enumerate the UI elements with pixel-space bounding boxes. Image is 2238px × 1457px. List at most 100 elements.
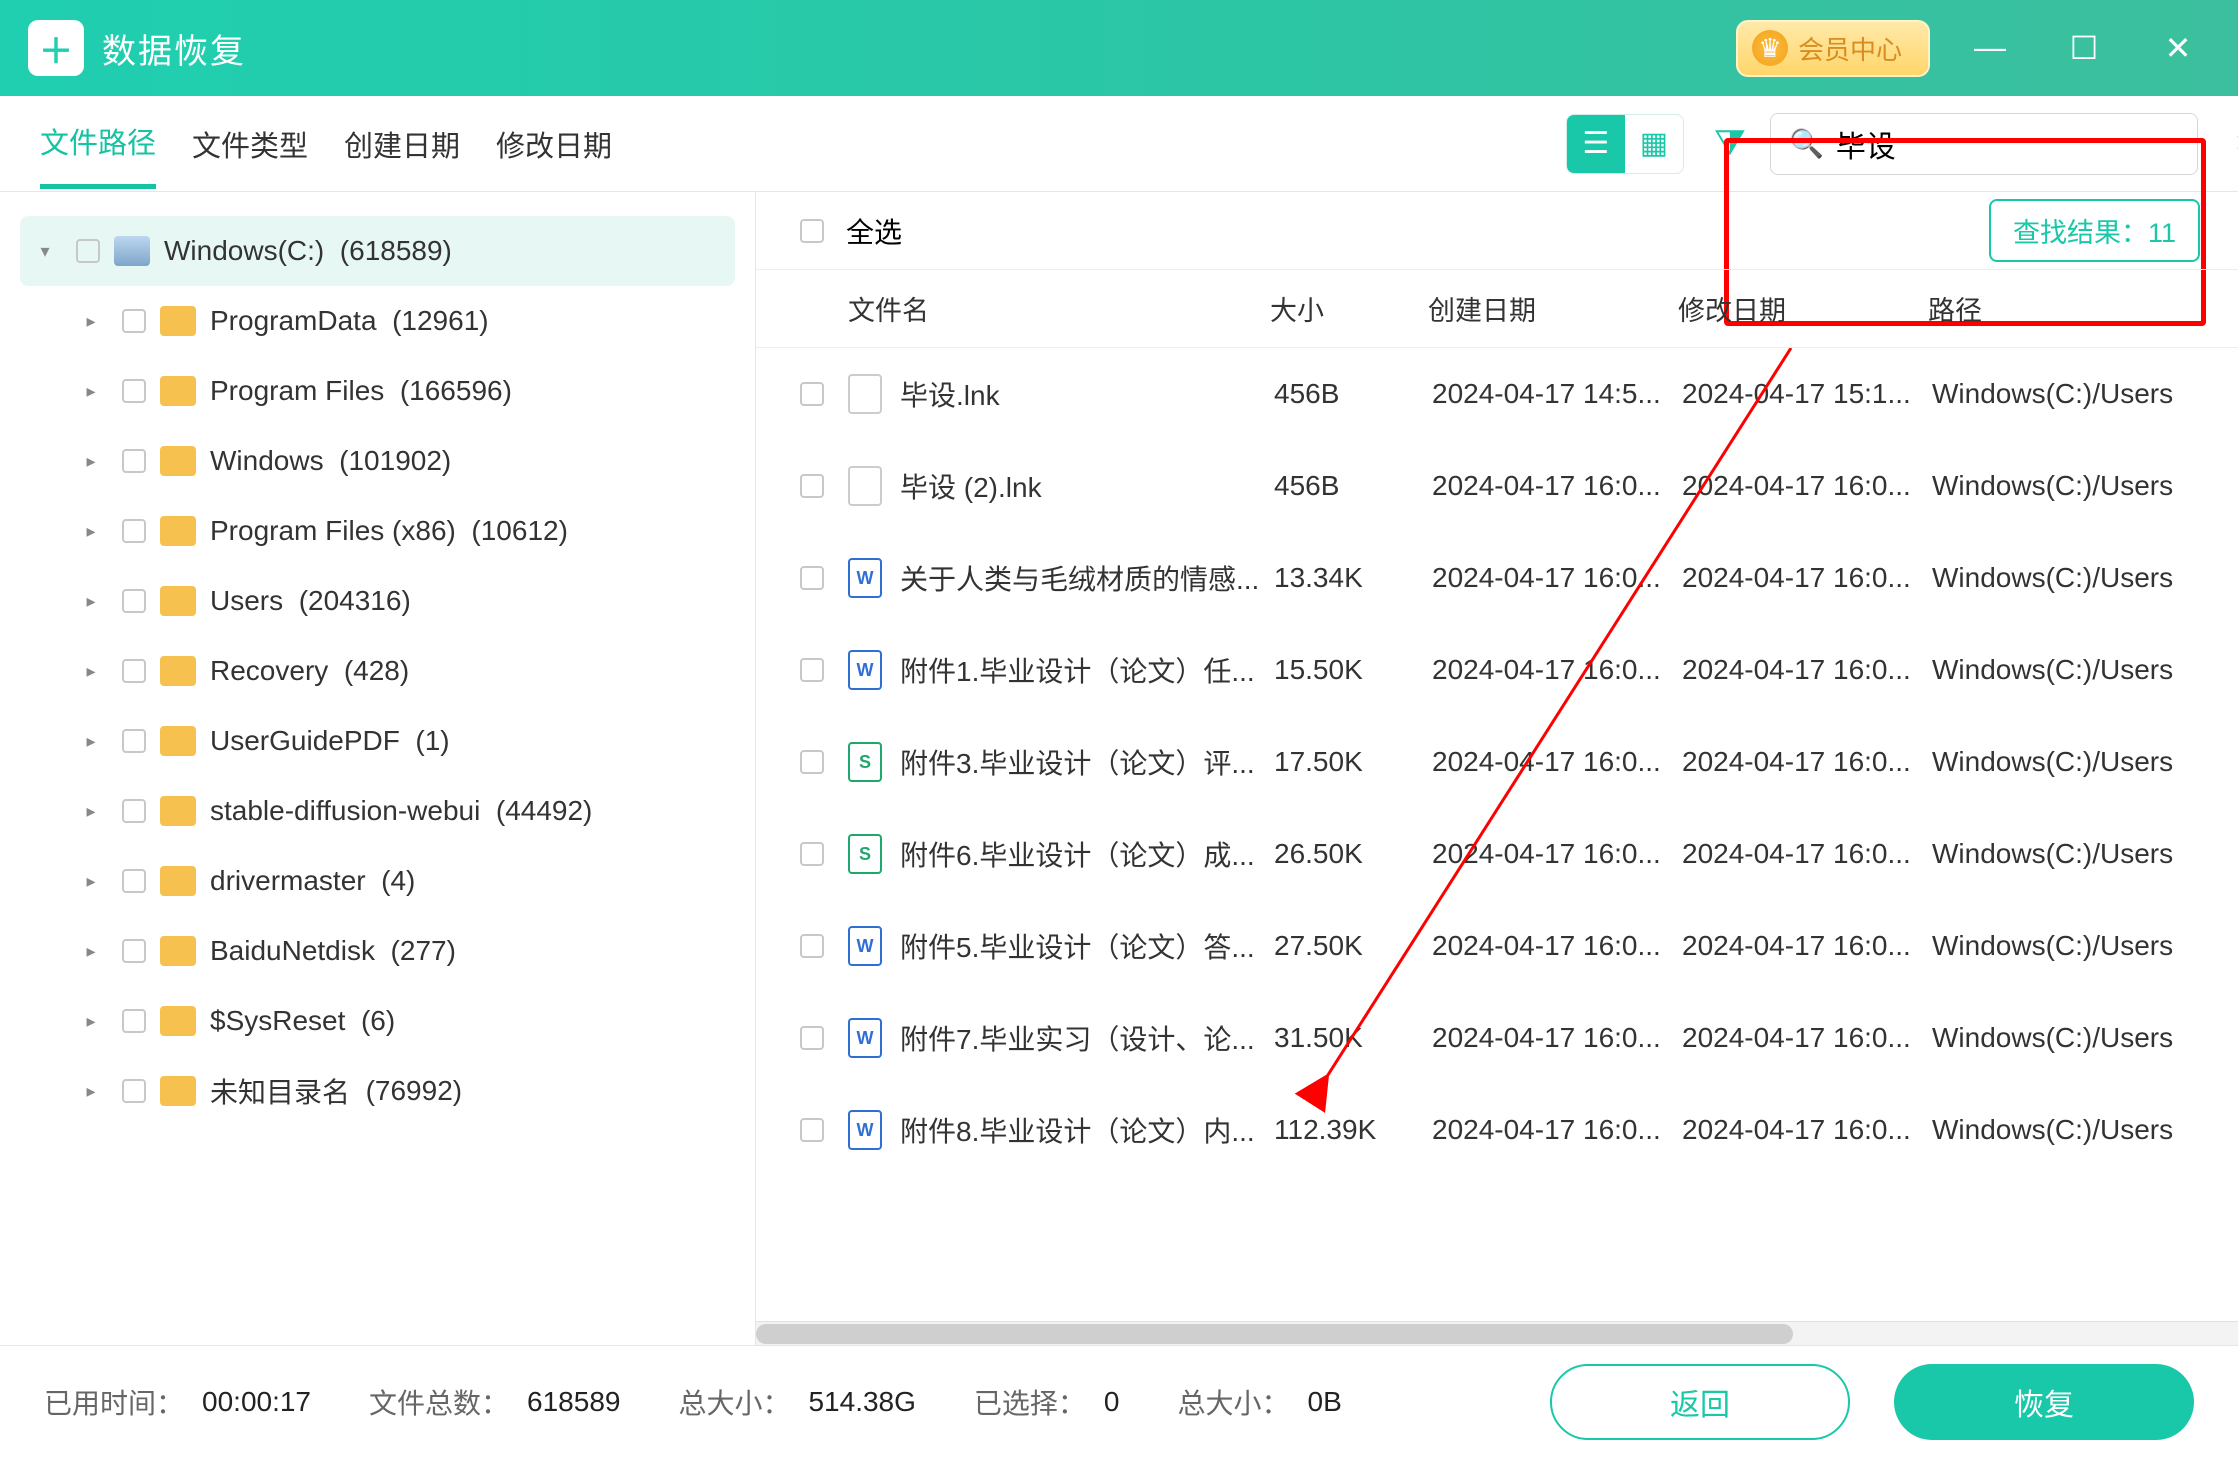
file-row[interactable]: 毕设.lnk456B2024-04-17 14:5...2024-04-17 1… — [756, 348, 2238, 440]
vip-button[interactable]: ♛ 会员中心 — [1736, 20, 1930, 77]
file-row[interactable]: S附件3.毕业设计（论文）评...17.50K2024-04-17 16:0..… — [756, 716, 2238, 808]
checkbox[interactable] — [122, 939, 146, 963]
caret-right-icon[interactable]: ▸ — [74, 941, 108, 962]
tree-item[interactable]: ▸未知目录名 (76992) — [20, 1056, 735, 1126]
checkbox[interactable] — [122, 729, 146, 753]
close-button[interactable]: ✕ — [2158, 29, 2198, 67]
maximize-button[interactable]: ☐ — [2064, 29, 2104, 67]
checkbox[interactable] — [122, 519, 146, 543]
checkbox[interactable] — [122, 869, 146, 893]
tree-item[interactable]: ▸stable-diffusion-webui (44492) — [20, 776, 735, 846]
caret-right-icon[interactable]: ▸ — [74, 871, 108, 892]
row-checkbox[interactable] — [800, 566, 824, 590]
minimize-button[interactable]: — — [1970, 29, 2010, 67]
file-row[interactable]: W附件8.毕业设计（论文）内...112.39K2024-04-17 16:0.… — [756, 1084, 2238, 1176]
folder-icon — [160, 376, 196, 406]
filter-icon[interactable]: ⧩ — [1714, 122, 1746, 165]
checkbox[interactable] — [122, 799, 146, 823]
checkbox[interactable] — [122, 1009, 146, 1033]
search-input[interactable] — [1836, 127, 2222, 161]
folder-icon — [160, 306, 196, 336]
tree-item-count: (204316) — [299, 585, 411, 617]
caret-right-icon[interactable]: ▸ — [74, 1081, 108, 1102]
file-row[interactable]: W附件7.毕业实习（设计、论...31.50K2024-04-17 16:0..… — [756, 992, 2238, 1084]
window-controls: — ☐ ✕ — [1970, 29, 2198, 67]
checkbox[interactable] — [122, 1079, 146, 1103]
caret-down-icon[interactable]: ▾ — [28, 241, 62, 262]
checkbox[interactable] — [122, 659, 146, 683]
caret-right-icon[interactable]: ▸ — [74, 801, 108, 822]
row-checkbox[interactable] — [800, 934, 824, 958]
col-size[interactable]: 大小 — [1270, 289, 1428, 328]
file-row[interactable]: W附件1.毕业设计（论文）任...15.50K2024-04-17 16:0..… — [756, 624, 2238, 716]
checkbox[interactable] — [122, 589, 146, 613]
tree-item-label: Program Files (x86) — [210, 515, 456, 547]
file-row[interactable]: S附件6.毕业设计（论文）成...26.50K2024-04-17 16:0..… — [756, 808, 2238, 900]
horizontal-scrollbar[interactable] — [756, 1321, 2238, 1345]
col-name[interactable]: 文件名 — [848, 289, 1270, 328]
tree-item[interactable]: ▸ProgramData (12961) — [20, 286, 735, 356]
tree-root[interactable]: ▾ Windows(C:) (618589) — [20, 216, 735, 286]
row-checkbox[interactable] — [800, 382, 824, 406]
caret-right-icon[interactable]: ▸ — [74, 731, 108, 752]
caret-right-icon[interactable]: ▸ — [74, 1011, 108, 1032]
back-button[interactable]: 返回 — [1550, 1364, 1850, 1440]
tree-item[interactable]: ▸BaiduNetdisk (277) — [20, 916, 735, 986]
tree-item[interactable]: ▸Recovery (428) — [20, 636, 735, 706]
tab-0[interactable]: 文件路径 — [40, 98, 156, 189]
tree-item[interactable]: ▸Windows (101902) — [20, 426, 735, 496]
row-checkbox[interactable] — [800, 658, 824, 682]
file-row[interactable]: W附件5.毕业设计（论文）答...27.50K2024-04-17 16:0..… — [756, 900, 2238, 992]
search-box[interactable]: 🔍 ✕ — [1770, 113, 2198, 175]
clear-search-icon[interactable]: ✕ — [2234, 128, 2238, 159]
row-checkbox[interactable] — [800, 1026, 824, 1050]
recover-button[interactable]: 恢复 — [1894, 1364, 2194, 1440]
checkbox[interactable] — [122, 379, 146, 403]
tree-item[interactable]: ▸Program Files (166596) — [20, 356, 735, 426]
app-name: 数据恢复 — [102, 24, 246, 73]
col-cdate[interactable]: 创建日期 — [1428, 289, 1678, 328]
scrollbar-thumb[interactable] — [756, 1324, 1793, 1344]
row-checkbox[interactable] — [800, 1118, 824, 1142]
caret-right-icon[interactable]: ▸ — [74, 311, 108, 332]
select-all-label: 全选 — [846, 211, 902, 251]
tree-item[interactable]: ▸$SysReset (6) — [20, 986, 735, 1056]
select-all-checkbox[interactable] — [800, 219, 824, 243]
folder-icon — [160, 936, 196, 966]
tree-item[interactable]: ▸drivermaster (4) — [20, 846, 735, 916]
file-row[interactable]: W关于人类与毛绒材质的情感...13.34K2024-04-17 16:0...… — [756, 532, 2238, 624]
caret-right-icon[interactable]: ▸ — [74, 381, 108, 402]
folder-icon — [160, 446, 196, 476]
checkbox[interactable] — [122, 449, 146, 473]
file-icon — [848, 466, 882, 506]
file-name: 关于人类与毛绒材质的情感... — [900, 558, 1274, 598]
tab-3[interactable]: 修改日期 — [496, 101, 612, 187]
checkbox[interactable] — [122, 309, 146, 333]
tab-1[interactable]: 文件类型 — [192, 101, 308, 187]
caret-right-icon[interactable]: ▸ — [74, 521, 108, 542]
caret-right-icon[interactable]: ▸ — [74, 591, 108, 612]
tree-item[interactable]: ▸Users (204316) — [20, 566, 735, 636]
row-checkbox[interactable] — [800, 750, 824, 774]
tree-item-label: stable-diffusion-webui — [210, 795, 480, 827]
grid-view-button[interactable]: ▦ — [1625, 115, 1683, 173]
row-checkbox[interactable] — [800, 474, 824, 498]
tree-item[interactable]: ▸Program Files (x86) (10612) — [20, 496, 735, 566]
col-path[interactable]: 路径 — [1928, 289, 2200, 328]
caret-right-icon[interactable]: ▸ — [74, 661, 108, 682]
tree-item[interactable]: ▸UserGuidePDF (1) — [20, 706, 735, 776]
col-mdate[interactable]: 修改日期 — [1678, 289, 1928, 328]
tab-2[interactable]: 创建日期 — [344, 101, 460, 187]
caret-right-icon[interactable]: ▸ — [74, 451, 108, 472]
list-view-button[interactable]: ☰ — [1567, 115, 1625, 173]
column-header: 文件名 大小 创建日期 修改日期 路径 — [756, 270, 2238, 348]
checkbox[interactable] — [76, 239, 100, 263]
folder-icon — [160, 1006, 196, 1036]
file-icon: W — [848, 1110, 882, 1150]
folder-icon — [160, 1076, 196, 1106]
file-size: 17.50K — [1274, 746, 1432, 778]
row-checkbox[interactable] — [800, 842, 824, 866]
file-size: 27.50K — [1274, 930, 1432, 962]
file-row[interactable]: 毕设 (2).lnk456B2024-04-17 16:0...2024-04-… — [756, 440, 2238, 532]
tree-item-label: Recovery — [210, 655, 328, 687]
